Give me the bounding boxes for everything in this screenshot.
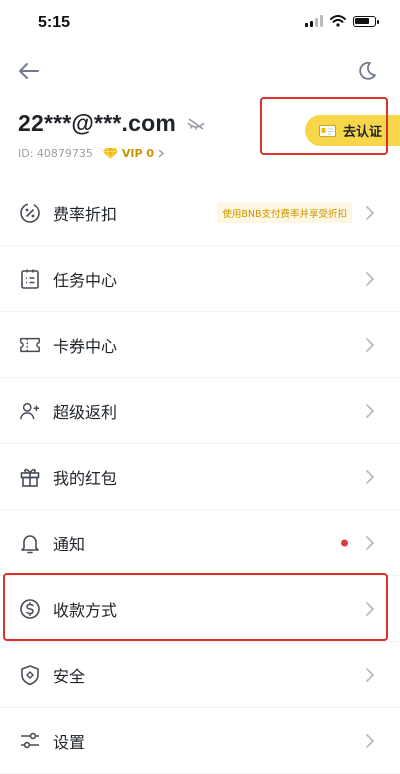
fee-discount-icon	[19, 202, 41, 224]
bell-icon	[19, 532, 41, 554]
wifi-icon	[330, 15, 346, 27]
chevron-right-icon	[366, 535, 375, 550]
menu-label: 通知	[53, 534, 86, 554]
vip-level: VIP 0	[121, 147, 155, 160]
task-center-icon	[19, 268, 41, 290]
menu-item-task-center[interactable]: 任务中心	[0, 246, 400, 312]
referral-icon	[19, 400, 41, 422]
menu-item-notifications[interactable]: 通知	[0, 510, 400, 576]
signal-icon	[305, 15, 323, 27]
chevron-right-icon	[366, 667, 375, 682]
menu-item-referral[interactable]: 超级返利	[0, 378, 400, 444]
hide-eye-icon[interactable]	[186, 117, 206, 131]
chevron-right-icon	[366, 733, 375, 748]
settings-sliders-icon	[19, 730, 41, 752]
diamond-icon	[102, 148, 118, 159]
theme-toggle-button[interactable]	[352, 56, 382, 86]
account-header: 22***@***.com ID: 40879735 VIP 0	[18, 110, 206, 160]
status-time: 5:15	[38, 14, 71, 31]
chevron-right-icon	[366, 205, 375, 220]
coupon-icon	[19, 334, 41, 356]
arrow-left-icon	[19, 63, 39, 79]
menu-label: 费率折扣	[53, 204, 118, 224]
top-nav	[0, 52, 400, 88]
moon-icon	[359, 61, 376, 80]
promo-tag: 使用BNB支付费率并享受折扣	[217, 202, 352, 223]
menu-item-coupon-center[interactable]: 卡券中心	[0, 312, 400, 378]
chevron-right-icon	[366, 271, 375, 286]
payment-methods-highlight-box	[3, 573, 388, 641]
menu-label: 我的红包	[53, 468, 118, 488]
battery-icon	[353, 15, 379, 27]
menu-item-fee-discount[interactable]: 费率折扣 使用BNB支付费率并享受折扣	[0, 180, 400, 246]
verify-highlight-box	[260, 97, 388, 155]
back-button[interactable]	[14, 56, 44, 86]
chevron-right-icon	[366, 337, 375, 352]
settings-menu: 费率折扣 使用BNB支付费率并享受折扣 任务中心 卡券中心 超级返利 我的红包 …	[0, 180, 400, 774]
menu-label: 安全	[53, 666, 86, 686]
status-icons	[305, 15, 379, 27]
account-email: 22***@***.com	[18, 110, 176, 136]
gift-icon	[19, 466, 41, 488]
menu-label: 超级返利	[53, 402, 118, 422]
chevron-right-icon	[366, 469, 375, 484]
user-id: ID: 40879735	[18, 147, 93, 160]
chevron-right-icon	[366, 403, 375, 418]
menu-label: 任务中心	[53, 270, 118, 290]
shield-icon	[19, 664, 41, 686]
vip-badge[interactable]: VIP 0	[102, 147, 165, 160]
status-bar: 5:15	[0, 0, 400, 44]
menu-label: 卡券中心	[53, 336, 118, 356]
menu-item-red-packet[interactable]: 我的红包	[0, 444, 400, 510]
chevron-right-icon	[158, 149, 165, 158]
unread-dot	[341, 539, 348, 546]
menu-item-settings[interactable]: 设置	[0, 708, 400, 774]
menu-item-security[interactable]: 安全	[0, 642, 400, 708]
